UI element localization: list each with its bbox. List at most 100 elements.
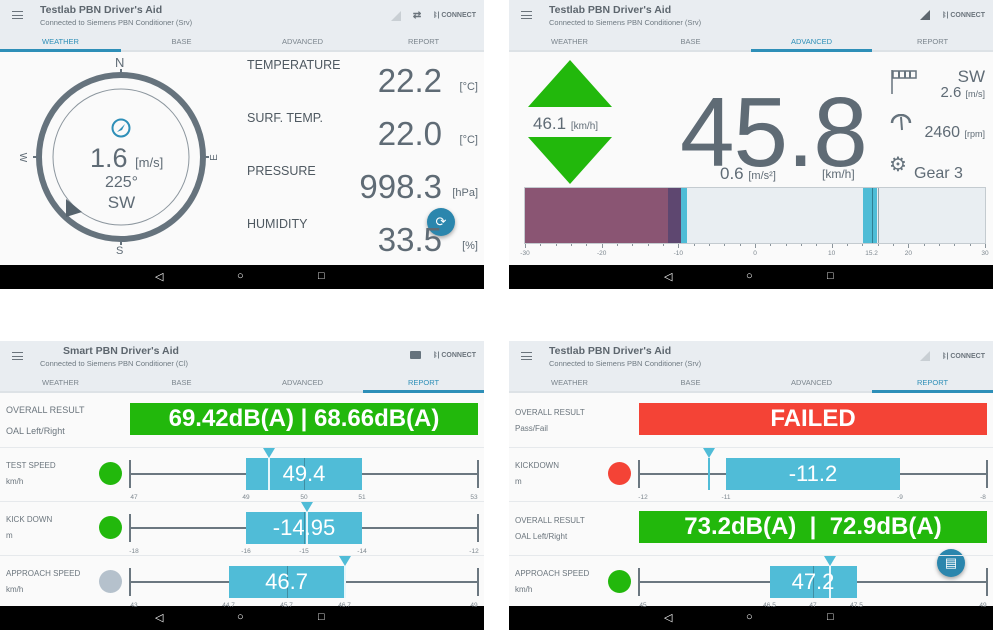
gauge-tick-label: 46.5: [763, 602, 776, 609]
gauge-tick-label: 43: [130, 602, 138, 609]
cast-icon[interactable]: [410, 351, 422, 359]
signal-icon: [920, 351, 931, 361]
bar-segment: [525, 188, 669, 243]
bar-tick-label: 20: [904, 250, 912, 257]
target-speed: 46.1 [km/h]: [533, 114, 599, 133]
connect-button[interactable]: ᛒ| CONNECT: [433, 352, 476, 359]
tab-base[interactable]: BASE: [630, 34, 751, 51]
home-button[interactable]: ○: [237, 270, 244, 282]
bar-tick: [571, 244, 572, 246]
gear-icon: ⚙: [889, 154, 907, 176]
tab-weather[interactable]: WEATHER: [509, 34, 630, 51]
tab-base[interactable]: BASE: [630, 375, 751, 392]
tab-weather[interactable]: WEATHER: [0, 375, 121, 392]
gauge-tick-label: -14: [357, 548, 367, 555]
connect-button[interactable]: ᛒ| CONNECT: [942, 12, 985, 19]
status-indicator: [99, 516, 122, 539]
tab-weather[interactable]: WEATHER: [0, 34, 121, 52]
bar-tick: [709, 244, 710, 246]
signal-icon: [390, 10, 401, 21]
gauge-tick-label: -9: [897, 494, 903, 501]
compass-n: N: [115, 55, 125, 70]
report-button[interactable]: ▤: [937, 549, 965, 577]
back-button[interactable]: ◁: [155, 270, 163, 283]
overall-result-banner: 69.42dB(A) | 68.66dB(A): [130, 403, 478, 435]
gauge-tick-label: 46.7: [338, 602, 351, 609]
tab-bar: WEATHER BASE ADVANCED REPORT: [0, 34, 484, 52]
weather-label: HUMIDITY: [247, 217, 308, 231]
back-button[interactable]: ◁: [155, 611, 163, 624]
home-button[interactable]: ○: [746, 611, 753, 623]
menu-icon[interactable]: [521, 11, 532, 19]
gauge-tick-label: 44.7: [222, 602, 235, 609]
recents-button[interactable]: □: [827, 611, 834, 623]
tab-base[interactable]: BASE: [121, 375, 242, 392]
gauge-unit: m: [515, 477, 522, 486]
overall-label: OVERALL RESULT: [515, 408, 585, 417]
recents-button[interactable]: □: [318, 270, 325, 282]
bar-tick: [739, 244, 741, 246]
gauge-tick-label: 49: [979, 602, 987, 609]
speed-unit: [km/h]: [822, 167, 855, 181]
tab-report[interactable]: REPORT: [872, 375, 993, 393]
menu-icon[interactable]: [12, 11, 23, 19]
home-button[interactable]: ○: [746, 270, 753, 282]
weather-value: 22.0: [377, 115, 442, 152]
speed-up-arrow: [528, 60, 612, 107]
gauge-tick-label: -12: [638, 494, 648, 501]
back-button[interactable]: ◁: [664, 611, 672, 624]
bar-tick: [969, 244, 971, 246]
bar-tick: [678, 244, 680, 248]
gauge-value: -11.2: [788, 461, 838, 486]
bar-tick: [893, 244, 894, 246]
bar-segment: [686, 188, 864, 243]
gauge-value: -14.95: [272, 515, 336, 540]
tab-report[interactable]: REPORT: [872, 34, 993, 51]
bar-tick: [540, 244, 542, 246]
menu-icon[interactable]: [12, 352, 23, 360]
tab-base[interactable]: BASE: [121, 34, 242, 51]
bar-tick: [755, 244, 756, 248]
bar-tick: [785, 244, 787, 246]
tab-advanced[interactable]: ADVANCED: [751, 34, 872, 52]
status-indicator: [608, 570, 631, 593]
bar-tick: [923, 244, 925, 246]
bar-tick-label: -10: [673, 250, 684, 257]
tab-advanced[interactable]: ADVANCED: [751, 375, 872, 392]
tab-report[interactable]: REPORT: [363, 34, 484, 51]
sync-off-icon[interactable]: ⇄: [413, 10, 421, 21]
gauge-max-end: [986, 460, 988, 488]
bar-divider: [877, 188, 879, 243]
tab-advanced[interactable]: ADVANCED: [242, 375, 363, 392]
connect-button[interactable]: ᛒ| CONNECT: [433, 12, 476, 19]
overall-label: OVERALL RESULT: [6, 405, 85, 415]
home-button[interactable]: ○: [237, 611, 244, 623]
recents-button[interactable]: □: [318, 611, 325, 623]
bar-tick: [816, 244, 818, 246]
overall-oal-sublabel: OAL Left/Right: [515, 532, 568, 541]
tab-advanced[interactable]: ADVANCED: [242, 34, 363, 51]
connection-status: Connected to Siemens PBN Conditioner (Cl…: [40, 359, 188, 368]
connect-button[interactable]: ᛒ| CONNECT: [942, 353, 985, 360]
back-button[interactable]: ◁: [664, 270, 672, 283]
gauge-max-end: [477, 460, 479, 488]
compass-s: S: [116, 245, 124, 257]
menu-icon[interactable]: [521, 352, 532, 360]
tab-report[interactable]: REPORT: [363, 375, 484, 393]
gauge-max-end: [477, 514, 479, 542]
gauge-tick-label: 50: [300, 494, 308, 501]
tab-weather[interactable]: WEATHER: [509, 375, 630, 392]
recents-button[interactable]: □: [827, 270, 834, 282]
report-screen-testlab: Testlab PBN Driver's Aid Connected to Si…: [509, 341, 993, 630]
row-divider: [509, 447, 993, 448]
gauge-min-end: [129, 514, 131, 542]
status-indicator: [99, 570, 122, 593]
bar-tick: [862, 244, 864, 246]
bar-tick: [601, 244, 603, 248]
bar-segment: [876, 188, 985, 243]
bar-tick-label: 10: [828, 250, 836, 257]
gauge-value: 49.4: [282, 461, 326, 486]
bar-tick: [525, 244, 526, 248]
bar-tick: [632, 244, 634, 246]
gauge-tick-label: 47.5: [850, 602, 863, 609]
